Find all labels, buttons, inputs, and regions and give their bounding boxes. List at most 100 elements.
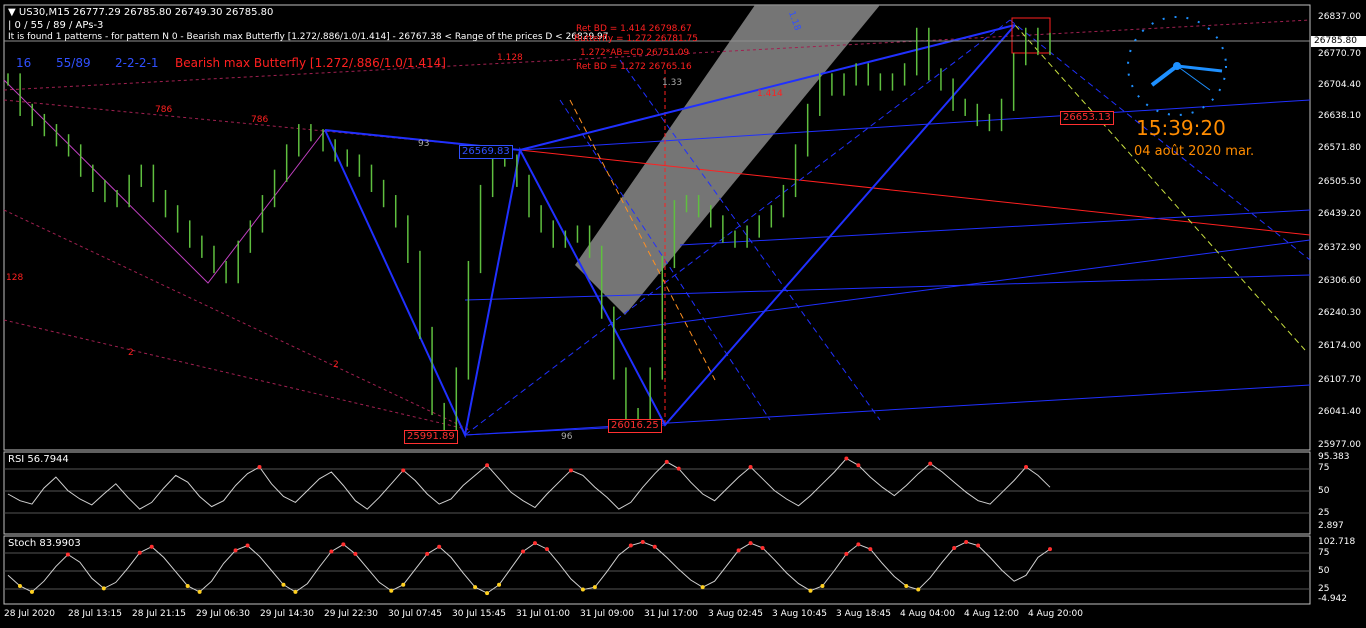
y-tick: 26571.80 (1318, 143, 1361, 153)
stoch-series-extreme-dot (580, 587, 585, 592)
analog-clock (1127, 16, 1227, 116)
stoch-series-extreme-dot (964, 539, 969, 544)
rsi-panel-frame (3, 451, 1311, 535)
current-price-tag: 26785.80 (1311, 36, 1366, 47)
yellow-dash (1014, 24, 1306, 351)
stoch-series-extreme-dot (29, 589, 34, 594)
x-tick: 3 Aug 18:45 (836, 609, 891, 619)
param-1: 16 (16, 56, 32, 70)
x-tick: 31 Jul 09:00 (580, 609, 634, 619)
x-tick: 3 Aug 10:45 (772, 609, 827, 619)
y-tick: 25977.00 (1318, 440, 1361, 450)
collapse-triangle-icon[interactable]: ▼ (8, 7, 16, 18)
x-tick: 30 Jul 15:45 (452, 609, 506, 619)
stoch-series-extreme-dot (149, 544, 154, 549)
price-box-x: 25991.89 (404, 430, 458, 444)
stoch-series-extreme-dot (137, 550, 142, 555)
stoch-series-extreme-dot (760, 545, 765, 550)
x-tick: 31 Jul 17:00 (644, 609, 698, 619)
fib-label-1414: 1.414 (757, 89, 783, 99)
rsi-series-extreme-dot (1024, 464, 1029, 469)
rsi-series-extreme-dot (401, 468, 406, 473)
rsi-series-extreme-dot (568, 468, 573, 473)
stoch-series-extreme-dot (856, 542, 861, 547)
stoch-series-extreme-dot (916, 587, 921, 592)
fib-label-93: 93 (418, 139, 430, 149)
stoch-series-extreme-dot (532, 541, 537, 546)
chart-canvas (3, 4, 1311, 605)
fib-line-red-3 (3, 319, 471, 431)
stoch-series-extreme-dot (544, 547, 549, 552)
stoch-series-extreme-dot (101, 586, 106, 591)
x-tick: 30 Jul 07:45 (388, 609, 442, 619)
rsi-title: RSI 56.7944 (8, 454, 69, 465)
stoch-series-extreme-dot (473, 585, 478, 590)
stoch-series-extreme-dot (844, 551, 849, 556)
rsi-series-extreme-dot (485, 463, 490, 468)
y-tick: 26107.70 (1318, 375, 1361, 385)
stoch-series-extreme-dot (425, 551, 430, 556)
rsi-y-tick: 2.897 (1318, 521, 1344, 531)
param-3: 2-2-2-1 (115, 56, 159, 70)
pattern-line: It is found 1 patterns - for pattern N 0… (8, 32, 609, 42)
stoch-series-extreme-dot (808, 588, 813, 593)
y-tick: 26439.20 (1318, 209, 1361, 219)
stoch-series-extreme-dot (329, 549, 334, 554)
rsi-y-tick: 25 (1318, 508, 1330, 518)
x-tick: 28 Jul 2020 (4, 609, 55, 619)
stoch-series-line (7, 541, 1051, 594)
stoch-series-extreme-dot (521, 549, 526, 554)
fib-label-2a: 2 (128, 348, 134, 358)
stoch-series-extreme-dot (437, 544, 442, 549)
clock-time: 15:39:20 (1136, 116, 1226, 140)
stoch-series-extreme-dot (293, 589, 298, 594)
stoch-series-extreme-dot (952, 545, 957, 550)
symbol-header: ▼ US30,M15 26777.29 26785.80 26749.30 26… (8, 7, 273, 18)
y-tick: 26505.50 (1318, 177, 1361, 187)
stoch-y-tick: 50 (1318, 566, 1330, 576)
stoch-series-extreme-dot (640, 539, 645, 544)
price-series (7, 27, 1051, 441)
y-tick: 26638.10 (1318, 111, 1361, 121)
x-tick: 4 Aug 04:00 (900, 609, 955, 619)
price-box-target: 26653.13 (1060, 111, 1114, 125)
stoch-series-extreme-dot (233, 548, 238, 553)
rsi-series (7, 456, 1051, 510)
stoch-y-tick: -4.942 (1318, 594, 1348, 604)
stoch-series-extreme-dot (353, 551, 358, 556)
y-tick: 26837.00 (1318, 12, 1361, 22)
stoch-series-extreme-dot (389, 588, 394, 593)
stoch-series-extreme-dot (401, 582, 406, 587)
fib-label-128: 128 (6, 273, 24, 283)
fib-label-1128: 1.128 (497, 53, 523, 63)
x-tick: 28 Jul 21:15 (132, 609, 186, 619)
indicator-line: | 0 / 55 / 89 / APs-3 (8, 20, 104, 31)
price-box-b: 26569.83 (459, 145, 513, 159)
stoch-series-extreme-dot (748, 541, 753, 546)
stoch-series-extreme-dot (700, 585, 705, 590)
y-tick: 26770.70 (1318, 49, 1361, 59)
stoch-series-extreme-dot (736, 548, 741, 553)
harmonic-overlay (3, 5, 1311, 590)
panel-frames (3, 4, 1311, 605)
stoch-series-extreme-dot (65, 552, 70, 557)
stoch-series-extreme-dot (281, 582, 286, 587)
stoch-series-extreme-dot (485, 591, 490, 596)
ret-label-4: Ret BD = 1.272 26765.16 (576, 62, 692, 72)
stoch-series-extreme-dot (868, 547, 873, 552)
x-tick: 29 Jul 14:30 (260, 609, 314, 619)
param-2: 55/89 (56, 56, 91, 70)
stoch-series-extreme-dot (904, 583, 909, 588)
stoch-series-extreme-dot (185, 583, 190, 588)
y-tick: 26372.90 (1318, 243, 1361, 253)
y-tick: 26306.60 (1318, 276, 1361, 286)
clock-date: 04 août 2020 mar. (1134, 144, 1255, 159)
stoch-series-extreme-dot (652, 544, 657, 549)
x-tick: 3 Aug 02:45 (708, 609, 763, 619)
stoch-series-extreme-dot (197, 589, 202, 594)
stoch-y-tick: 102.718 (1318, 537, 1356, 547)
y-tick: 26240.30 (1318, 308, 1361, 318)
fib-label-2b: 2 (333, 360, 339, 370)
rsi-series-extreme-dot (748, 464, 753, 469)
rsi-y-tick: 75 (1318, 463, 1330, 473)
